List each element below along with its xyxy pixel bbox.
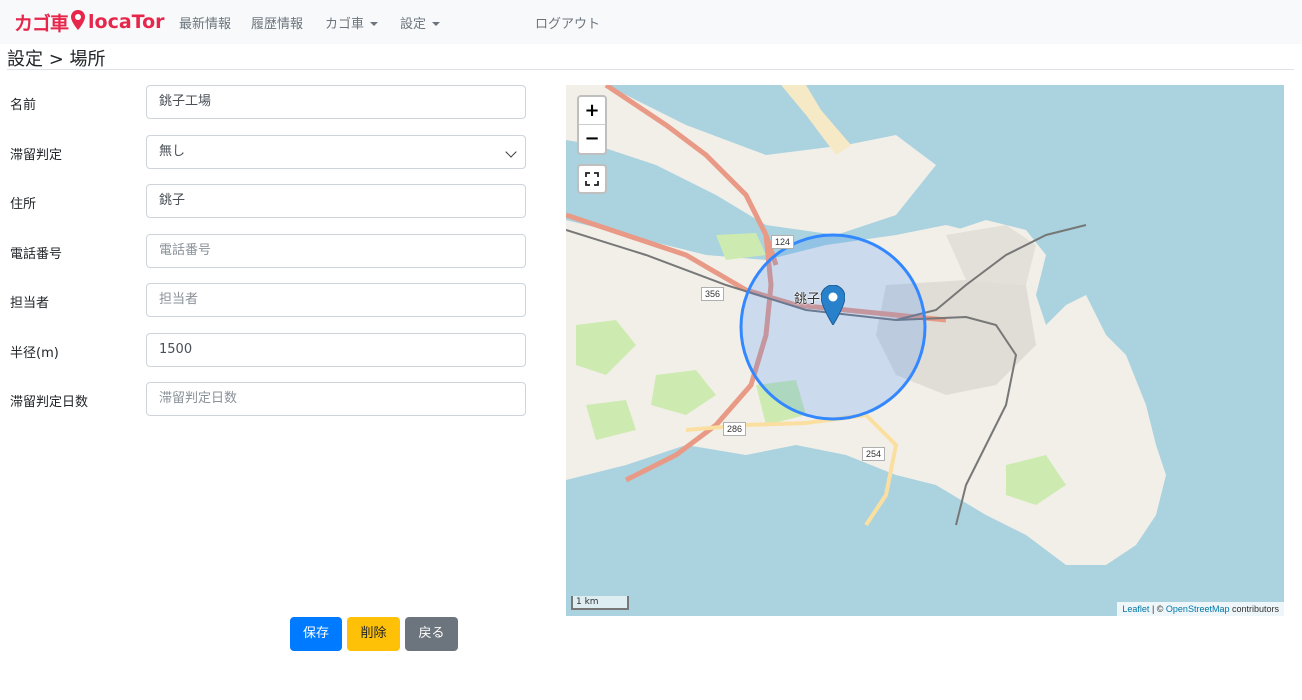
nav-kago-dropdown[interactable]: カゴ車	[325, 13, 379, 32]
radius-label: 半径(m)	[10, 346, 59, 361]
road-shield-254: 254	[862, 447, 886, 461]
form-row-phone: 電話番号 電話番号	[0, 234, 540, 270]
road-shield-124: 124	[771, 235, 795, 249]
nav-latest[interactable]: 最新情報	[179, 13, 231, 32]
nav-history[interactable]: 履歴情報	[251, 13, 303, 32]
attribution-suffix: contributors	[1229, 604, 1279, 614]
address-label: 住所	[10, 197, 37, 212]
person-label: 担当者	[10, 296, 50, 311]
nav-logout[interactable]: ログアウト	[535, 13, 600, 32]
stay-select[interactable]: 無し	[146, 135, 526, 169]
map-marker-pin-icon[interactable]	[821, 285, 845, 325]
name-label: 名前	[10, 98, 37, 113]
nav-kago-label: カゴ車	[325, 17, 365, 32]
back-button[interactable]: 戻る	[405, 617, 458, 651]
location-pin-icon	[71, 10, 86, 34]
nav-settings-dropdown[interactable]: 設定	[400, 13, 441, 32]
name-input[interactable]: 銚子工場	[146, 85, 526, 119]
brand-logo[interactable]: カゴ車 locaTor	[14, 9, 165, 35]
form-row-stay: 滞留判定 無し	[0, 135, 540, 171]
map-view[interactable]: 銚子市 124 356 286 254 + − 1 km Leaflet | ©…	[566, 85, 1284, 616]
fullscreen-icon	[585, 172, 599, 186]
map-tiles	[566, 85, 1166, 565]
stay-select-value: 無し	[159, 144, 186, 159]
road-shield-286: 286	[723, 422, 747, 436]
delete-button[interactable]: 削除	[347, 617, 400, 651]
navbar: カゴ車 locaTor 最新情報 履歴情報 カゴ車 設定 ログアウト	[0, 0, 1302, 44]
attribution-separator: | ©	[1149, 604, 1166, 614]
save-button[interactable]: 保存	[290, 617, 342, 651]
form-row-stay-days: 滞留判定日数 滞留判定日数	[0, 382, 540, 418]
road-shield-356: 356	[701, 287, 725, 301]
zoom-out-button[interactable]: −	[579, 125, 605, 153]
brand-kago-text: カゴ車	[14, 12, 69, 35]
phone-label: 電話番号	[10, 247, 63, 262]
form-row-person: 担当者 担当者	[0, 283, 540, 319]
leaflet-link[interactable]: Leaflet	[1122, 604, 1149, 614]
osm-link[interactable]: OpenStreetMap	[1166, 604, 1230, 614]
chevron-down-icon	[505, 146, 517, 158]
map-scale-bar: 1 km	[571, 596, 629, 610]
fullscreen-button[interactable]	[577, 164, 607, 194]
page-title: 設定 > 場所	[7, 49, 106, 70]
map-attribution: Leaflet | © OpenStreetMap contributors	[1117, 602, 1284, 616]
form-row-address: 住所 銚子	[0, 184, 540, 220]
nav-settings-label: 設定	[400, 17, 427, 32]
stay-days-input[interactable]: 滞留判定日数	[146, 382, 526, 416]
chevron-down-icon	[432, 21, 441, 26]
stay-days-label: 滞留判定日数	[10, 395, 89, 410]
address-input[interactable]: 銚子	[146, 184, 526, 218]
form-row-radius: 半径(m) 1500	[0, 333, 540, 369]
form-row-name: 名前 銚子工場	[0, 85, 540, 121]
radius-input[interactable]: 1500	[146, 333, 526, 367]
person-input[interactable]: 担当者	[146, 283, 526, 317]
phone-input[interactable]: 電話番号	[146, 234, 526, 268]
chevron-down-icon	[370, 21, 379, 26]
zoom-control: + −	[577, 95, 607, 155]
stay-label: 滞留判定	[10, 148, 63, 163]
title-divider	[7, 69, 1294, 70]
zoom-in-button[interactable]: +	[579, 97, 605, 125]
brand-locator-text: locaTor	[88, 11, 165, 33]
